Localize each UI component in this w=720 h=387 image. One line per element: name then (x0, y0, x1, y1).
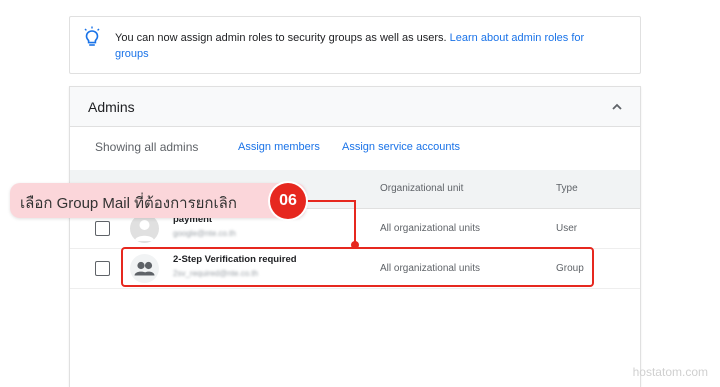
admin-email: google@nte.co.th (173, 229, 236, 238)
panel-title: Admins (88, 99, 135, 115)
callout-pointer (351, 241, 359, 249)
assign-service-accounts-button[interactable]: Assign service accounts (342, 141, 460, 153)
step-badge: 06 (270, 183, 306, 219)
type-cell: User (556, 223, 578, 234)
showing-label: Showing all admins (95, 140, 199, 154)
person-icon (130, 214, 159, 243)
column-org-unit[interactable]: Organizational unit (380, 183, 463, 194)
row-checkbox[interactable] (95, 261, 110, 276)
callout-connector (306, 200, 356, 202)
instruction-callout: เลือก Group Mail ที่ต้องการยกเลิก (10, 183, 306, 218)
org-unit-cell: All organizational units (380, 223, 481, 234)
column-type[interactable]: Type (556, 183, 578, 194)
info-text: You can now assign admin roles to securi… (115, 32, 450, 44)
info-message: You can now assign admin roles to securi… (115, 30, 620, 62)
panel-header[interactable]: Admins (70, 87, 640, 127)
watermark: hostatom.com (632, 365, 708, 379)
callout-connector (354, 200, 356, 244)
lightbulb-icon (84, 26, 100, 46)
selection-highlight (121, 247, 594, 287)
info-banner: You can now assign admin roles to securi… (69, 16, 641, 74)
instruction-text: เลือก Group Mail ที่ต้องการยกเลิก (20, 195, 237, 212)
filter-bar: Showing all admins Assign members Assign… (70, 127, 640, 169)
row-checkbox[interactable] (95, 221, 110, 236)
chevron-up-icon[interactable] (610, 100, 624, 114)
assign-members-button[interactable]: Assign members (238, 141, 320, 153)
